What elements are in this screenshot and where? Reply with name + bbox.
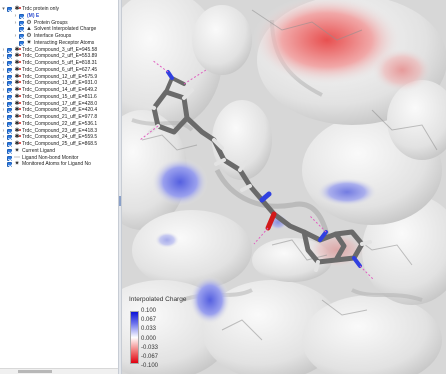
visibility-checkbox[interactable] — [7, 115, 12, 120]
legend-title: Interpolated Charge — [129, 296, 187, 303]
tree-row-label: Monitored Atoms for Ligand No — [22, 161, 91, 168]
splitter-grip[interactable] — [119, 196, 121, 206]
visibility-checkbox[interactable] — [7, 142, 12, 147]
visibility-checkbox[interactable] — [7, 162, 12, 168]
visibility-checkbox[interactable] — [7, 74, 12, 80]
legend-tick-label: 0.033 — [141, 326, 157, 333]
legend-tick-label: -0.067 — [141, 353, 159, 360]
tree-row[interactable]: ✷ Monitored Atoms for Ligand No — [0, 161, 118, 168]
atoms-icon: ✷ — [14, 161, 20, 168]
legend-tick-label: 0.067 — [141, 317, 157, 324]
visibility-checkbox[interactable] — [19, 20, 24, 26]
visibility-checkbox[interactable] — [7, 148, 12, 154]
app-window: ▾ ✱ Trdc protein only › (M) E › ⚙ Protein Group… — [0, 0, 446, 374]
visibility-checkbox[interactable] — [19, 34, 24, 39]
legend-tick-label: -0.100 — [141, 363, 159, 369]
visibility-checkbox[interactable] — [7, 108, 12, 114]
visibility-checkbox[interactable] — [7, 135, 12, 141]
visibility-checkbox[interactable] — [7, 88, 12, 93]
visibility-checkbox[interactable] — [7, 155, 12, 161]
visibility-checkbox[interactable] — [7, 54, 12, 60]
legend-color-bar — [130, 311, 139, 364]
scrollbar-thumb[interactable] — [18, 370, 52, 373]
visibility-checkbox[interactable] — [7, 67, 12, 73]
visibility-checkbox[interactable] — [7, 7, 12, 12]
visibility-checkbox[interactable] — [7, 128, 12, 134]
horizontal-scrollbar[interactable] — [0, 368, 118, 374]
visibility-checkbox[interactable] — [7, 61, 12, 66]
visibility-checkbox[interactable] — [7, 81, 12, 87]
legend-tick-label: 0.100 — [141, 308, 157, 314]
legend-tick-label: 0.000 — [141, 335, 157, 342]
charge-legend: Interpolated Charge 0.100 0.067 0.033 0.000… — [129, 296, 209, 372]
visibility-checkbox[interactable] — [7, 101, 12, 107]
visibility-checkbox[interactable] — [7, 94, 12, 100]
hierarchy-tree-panel[interactable]: ▾ ✱ Trdc protein only › (M) E › ⚙ Protein Group… — [0, 0, 118, 374]
visibility-checkbox[interactable] — [19, 13, 24, 19]
visibility-checkbox[interactable] — [19, 27, 24, 33]
legend-tick-label: -0.033 — [141, 344, 159, 351]
visibility-checkbox[interactable] — [7, 121, 12, 127]
visibility-checkbox[interactable] — [19, 40, 24, 46]
visibility-checkbox[interactable] — [7, 47, 12, 53]
